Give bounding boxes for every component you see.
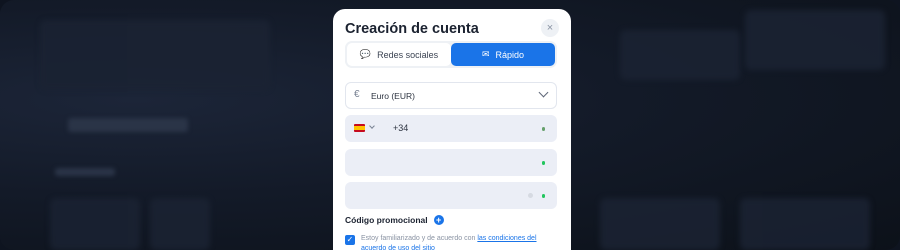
chevron-down-icon — [538, 87, 549, 98]
valid-indicator-icon — [541, 127, 545, 131]
modal-title: Creación de cuenta — [345, 21, 479, 37]
background-card — [600, 198, 720, 250]
background-card — [50, 198, 140, 250]
background-text — [55, 168, 115, 176]
email-field[interactable] — [345, 149, 557, 176]
promo-code-label: Código promocional — [345, 215, 428, 225]
background-heading — [68, 118, 188, 132]
valid-indicator-icon — [541, 161, 545, 165]
background-card — [740, 198, 870, 250]
valid-indicator-icon — [541, 194, 545, 198]
terms-checkbox[interactable]: ✓ — [345, 235, 355, 245]
tab-quick[interactable]: ✉ Rápido — [451, 43, 555, 66]
phone-country-code: +34 — [393, 123, 409, 133]
password-field[interactable] — [345, 182, 557, 209]
currency-value: Euro (EUR) — [371, 91, 415, 101]
background-card — [150, 198, 210, 250]
chevron-down-icon[interactable] — [369, 123, 375, 129]
envelope-icon: ✉ — [481, 49, 490, 59]
euro-icon: € — [354, 89, 360, 100]
terms-row: ✓ Estoy familiarizado y de acuerdo con l… — [345, 234, 557, 250]
chat-bubbles-icon: 💬 — [359, 49, 372, 59]
account-creation-modal: Creación de cuenta × 💬 Redes sociales ✉ … — [333, 9, 571, 250]
currency-select[interactable]: € Euro (EUR) — [345, 82, 557, 109]
tab-label: Rápido — [495, 49, 525, 60]
close-button[interactable]: × — [541, 19, 559, 37]
tab-label: Redes sociales — [377, 49, 439, 60]
terms-text: Estoy familiarizado y de acuerdo con las… — [361, 234, 557, 250]
background-banner — [40, 20, 270, 90]
show-password-icon[interactable] — [528, 193, 533, 198]
promo-code-row[interactable]: Código promocional + — [345, 215, 444, 225]
close-icon: × — [546, 22, 554, 34]
registration-tabs: 💬 Redes sociales ✉ Rápido — [345, 41, 557, 68]
spain-flag-icon[interactable] — [354, 124, 365, 132]
phone-field[interactable]: +34 — [345, 115, 557, 142]
background-card — [620, 30, 740, 80]
plus-icon[interactable]: + — [433, 215, 444, 225]
terms-prefix: Estoy familiarizado y de acuerdo con — [361, 235, 476, 242]
tab-social-networks[interactable]: 💬 Redes sociales — [347, 43, 451, 66]
background-card — [745, 10, 885, 70]
